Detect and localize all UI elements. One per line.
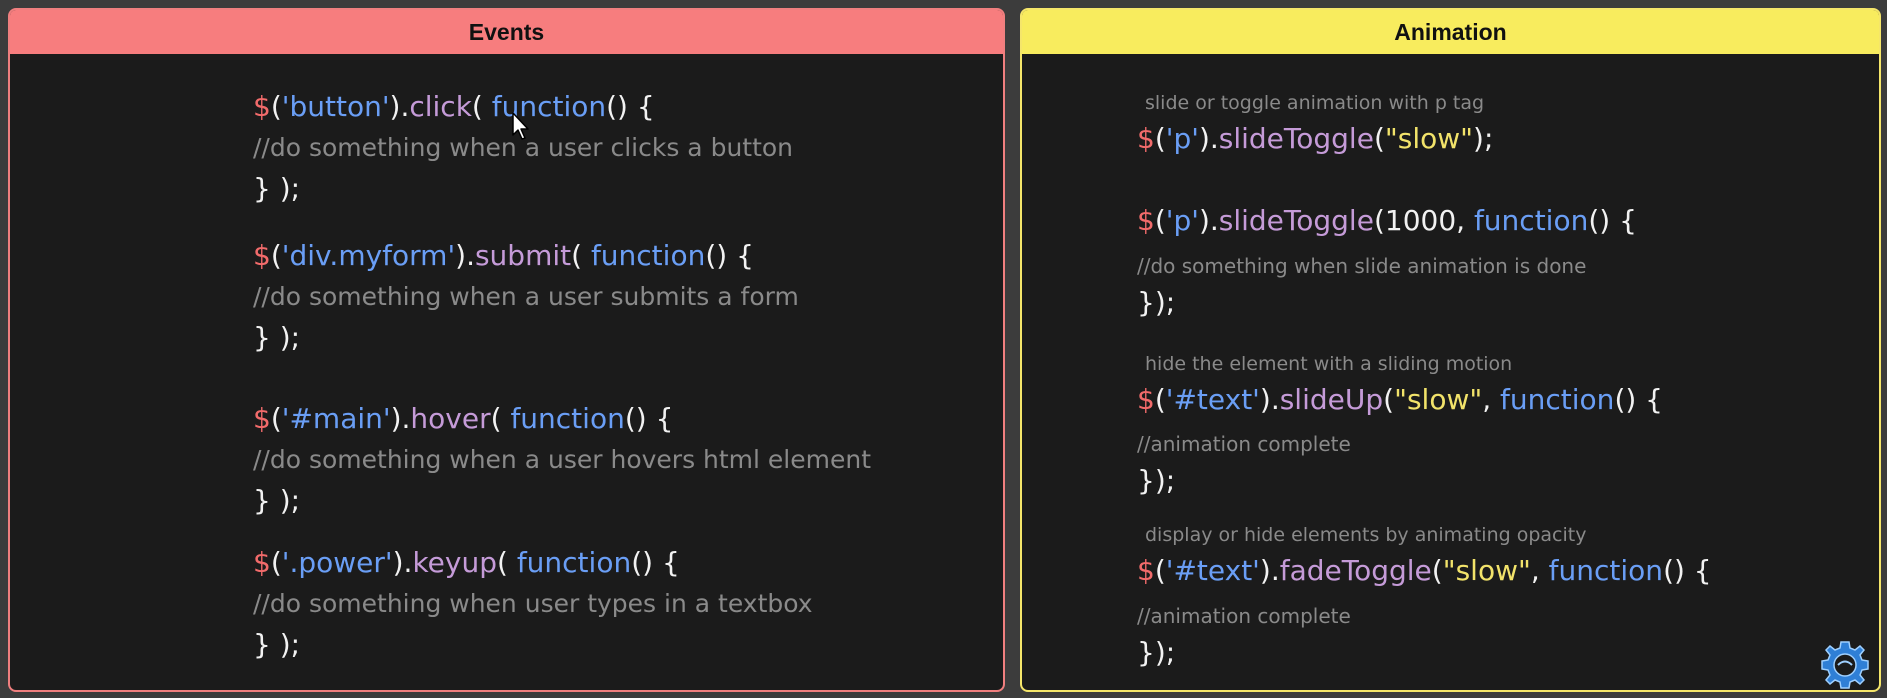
code-comment: //animation complete xyxy=(1137,432,1351,456)
selector-token: '.power' xyxy=(281,546,393,579)
punc-token: ( xyxy=(1154,383,1166,416)
punc-token: ). xyxy=(1198,204,1219,237)
punc-token: ( xyxy=(1373,204,1385,237)
punc-token: () { xyxy=(1663,554,1712,587)
punc-token: ( xyxy=(1383,383,1395,416)
dollar-token: $ xyxy=(253,90,271,123)
punc-token: ( xyxy=(571,239,591,272)
method-token: click xyxy=(409,90,472,123)
code-line-end: } ); xyxy=(253,628,301,661)
keyword-token: function xyxy=(510,402,625,435)
dollar-token: $ xyxy=(1137,554,1155,587)
code-line-end: }); xyxy=(1137,464,1176,497)
method-token: submit xyxy=(474,239,572,272)
punc-token: () { xyxy=(1614,383,1663,416)
dollar-token: $ xyxy=(253,239,271,272)
dollar-token: $ xyxy=(1137,204,1155,237)
keyword-token: function xyxy=(1548,554,1664,587)
punc-token: () { xyxy=(631,546,680,579)
code-line-end: } ); xyxy=(253,172,301,205)
keyword-token: function xyxy=(590,239,706,272)
punc-token: ). xyxy=(455,239,475,272)
method-token: slideToggle xyxy=(1218,122,1374,155)
keyword-token: function xyxy=(516,546,632,579)
punc-token: ( xyxy=(1373,122,1385,155)
punc-token: () { xyxy=(624,402,674,435)
punc-token: () { xyxy=(705,239,754,272)
punc-token: ( xyxy=(1154,204,1166,237)
code-line: $('div.myform').submit( function() { xyxy=(253,239,754,272)
punc-token: () { xyxy=(1588,204,1637,237)
code-comment: //do something when a user submits a for… xyxy=(253,282,799,311)
code-line-end: }); xyxy=(1137,286,1176,319)
dollar-token: $ xyxy=(1137,122,1155,155)
punc-token: ). xyxy=(1259,554,1280,587)
string-token: "slow" xyxy=(1394,383,1483,416)
punc-token: ); xyxy=(1473,122,1494,155)
punc-token: ( xyxy=(270,239,282,272)
string-token: "slow" xyxy=(1384,122,1474,155)
code-line-end: } ); xyxy=(253,321,301,354)
code-line: $('#text').fadeToggle("slow", function()… xyxy=(1137,554,1712,587)
selector-token: '#main' xyxy=(281,402,391,435)
punc-token: ( xyxy=(270,90,282,123)
method-token: slideUp xyxy=(1279,383,1384,416)
number-token: 1000, xyxy=(1384,204,1474,237)
animation-code: slide or toggle animation with p tag $('… xyxy=(1137,46,1877,669)
punc-token: ( xyxy=(270,402,282,435)
punc-token: , xyxy=(1530,554,1549,587)
code-comment: //do something when a user hovers html e… xyxy=(253,445,872,474)
code-description: display or hide elements by animating op… xyxy=(1145,524,1587,546)
punc-token: ( xyxy=(1154,122,1166,155)
code-comment: //animation complete xyxy=(1137,604,1351,628)
method-token: slideToggle xyxy=(1218,204,1374,237)
punc-token: () { xyxy=(606,90,655,123)
mouse-pointer-icon xyxy=(512,112,529,140)
animation-panel: Animation slide or toggle animation with… xyxy=(1020,8,1881,692)
punc-token: ). xyxy=(1198,122,1219,155)
punc-token: ( xyxy=(490,402,511,435)
string-token: "slow" xyxy=(1442,554,1531,587)
selector-token: '#text' xyxy=(1165,383,1260,416)
code-comment: //do something when slide animation is d… xyxy=(1137,254,1587,278)
keyword-token: function xyxy=(1473,204,1589,237)
punc-token: ( xyxy=(1154,554,1166,587)
punc-token: , xyxy=(1482,383,1501,416)
selector-token: 'button' xyxy=(281,90,390,123)
code-line: $('.power').keyup( function() { xyxy=(253,546,680,579)
method-token: keyup xyxy=(412,546,497,579)
method-token: fadeToggle xyxy=(1279,554,1432,587)
selector-token: 'p' xyxy=(1165,204,1199,237)
dollar-token: $ xyxy=(253,402,271,435)
punc-token: ( xyxy=(270,546,282,579)
punc-token: ). xyxy=(389,90,410,123)
code-line-end: } ); xyxy=(253,484,301,517)
code-line-end: }); xyxy=(1137,636,1176,669)
punc-token: ). xyxy=(392,546,413,579)
code-line: $('#text').slideUp("slow", function() { xyxy=(1137,383,1663,416)
punc-token: ( xyxy=(471,90,492,123)
keyword-token: function xyxy=(491,90,607,123)
keyword-token: function xyxy=(1500,383,1615,416)
punc-token: ( xyxy=(1431,554,1443,587)
code-description: slide or toggle animation with p tag xyxy=(1145,92,1485,114)
punc-token: ( xyxy=(496,546,517,579)
code-line: $('p').slideToggle("slow"); xyxy=(1137,122,1493,155)
code-description: hide the element with a sliding motion xyxy=(1145,353,1513,375)
selector-token: 'div.myform' xyxy=(281,239,456,272)
selector-token: '#text' xyxy=(1165,554,1260,587)
events-code: $('button').click( function() { //do som… xyxy=(253,46,993,666)
method-token: hover xyxy=(410,402,491,435)
punc-token: ). xyxy=(390,402,411,435)
gear-logo-icon xyxy=(1821,641,1869,689)
dollar-token: $ xyxy=(1137,383,1155,416)
code-line: $('button').click( function() { xyxy=(253,90,655,123)
code-line: $('p').slideToggle(1000, function() { xyxy=(1137,204,1637,237)
punc-token: ). xyxy=(1259,383,1280,416)
code-line: $('#main').hover( function() { xyxy=(253,402,673,435)
selector-token: 'p' xyxy=(1165,122,1199,155)
dollar-token: $ xyxy=(253,546,271,579)
code-comment: //do something when user types in a text… xyxy=(253,589,813,618)
events-panel: Events $('button').click( function() { /… xyxy=(8,8,1005,692)
